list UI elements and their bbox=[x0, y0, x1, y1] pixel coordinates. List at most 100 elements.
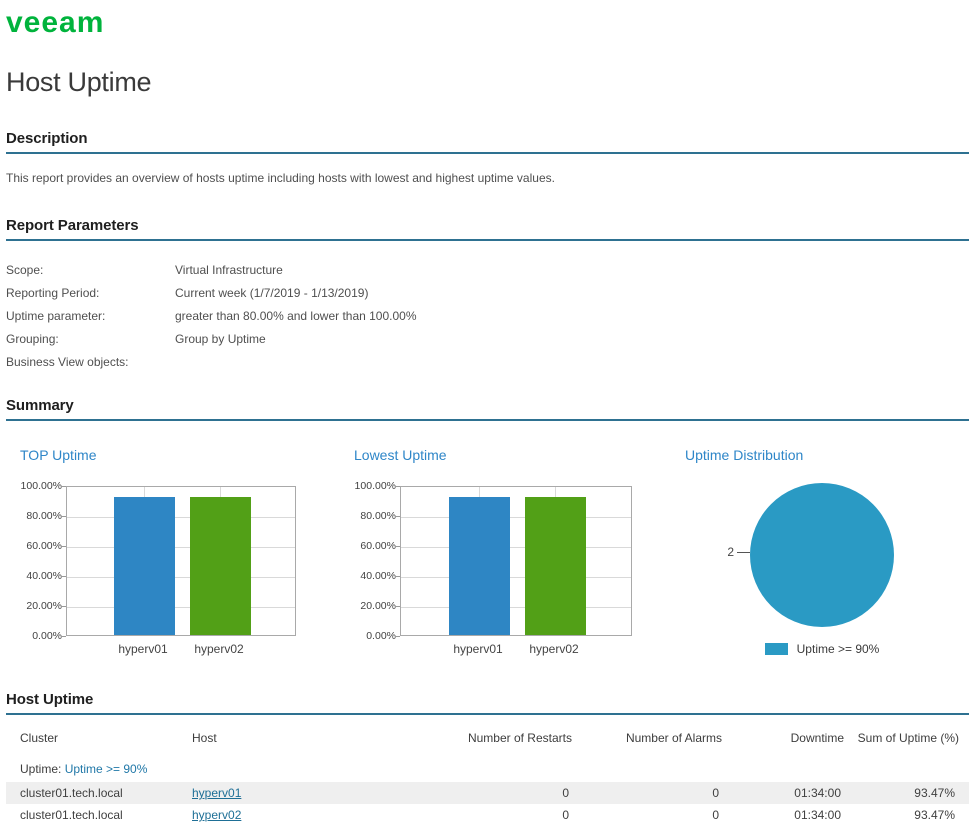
section-heading-host-uptime: Host Uptime bbox=[6, 691, 969, 715]
y-axis-tick-label: 20.00% bbox=[360, 600, 396, 612]
table-row: cluster01.tech.local hyperv01 0 0 01:34:… bbox=[6, 782, 969, 804]
page-title: Host Uptime bbox=[6, 67, 152, 97]
cell-cluster: cluster01.tech.local bbox=[20, 786, 123, 800]
pie-callout: 2 bbox=[727, 545, 750, 559]
top-uptime-chart: TOP Uptime 0.00% 20.00% 40.00% 60.00% 80.00%… bbox=[18, 447, 296, 671]
bar-hyperv01 bbox=[448, 496, 510, 635]
cell-alarms: 0 bbox=[712, 786, 719, 800]
param-label: Reporting Period: bbox=[6, 285, 100, 300]
y-axis-tick-mark bbox=[396, 516, 400, 517]
section-heading-report-parameters: Report Parameters bbox=[6, 217, 969, 241]
column-header-number-of-restarts: Number of Restarts bbox=[467, 731, 572, 745]
param-row-reporting-period: Reporting Period: Current week (1/7/2019… bbox=[6, 281, 969, 304]
y-axis-tick-mark bbox=[62, 636, 66, 637]
param-label: Uptime parameter: bbox=[6, 308, 106, 323]
y-axis-tick-label: 0.00% bbox=[366, 630, 396, 642]
chart-title: TOP Uptime bbox=[20, 447, 97, 463]
y-axis-tick-mark bbox=[396, 576, 400, 577]
y-axis-tick-label: 40.00% bbox=[26, 570, 62, 582]
lowest-uptime-bar-chart: 0.00% 20.00% 40.00% 60.00% 80.00% 100.00% hype… bbox=[352, 479, 632, 671]
veeam-logo: veeam bbox=[6, 6, 105, 39]
param-row-grouping: Grouping: Group by Uptime bbox=[6, 327, 969, 350]
bar-hyperv02 bbox=[524, 496, 586, 635]
top-uptime-bar-chart: 0.00% 20.00% 40.00% 60.00% 80.00% 100.00% hype… bbox=[18, 479, 296, 671]
y-axis-tick-label: 80.00% bbox=[360, 510, 396, 522]
host-uptime-table: Cluster Host Number of Restarts Number o… bbox=[6, 717, 969, 826]
y-axis-tick-mark bbox=[62, 486, 66, 487]
cell-alarms: 0 bbox=[712, 808, 719, 822]
lowest-uptime-chart: Lowest Uptime 0.00% 20.00% 40.00% 60.00% 80.… bbox=[352, 447, 632, 671]
y-axis-tick-label: 100.00% bbox=[20, 480, 62, 492]
y-axis-tick-label: 40.00% bbox=[360, 570, 396, 582]
legend-item: Uptime >= 90% bbox=[764, 642, 880, 656]
cell-cluster: cluster01.tech.local bbox=[20, 808, 123, 822]
y-axis-tick-label: 60.00% bbox=[26, 540, 62, 552]
group-value: Uptime >= 90% bbox=[64, 762, 148, 776]
legend-swatch bbox=[764, 643, 788, 655]
cell-downtime: 01:34:00 bbox=[794, 808, 841, 822]
cell-uptime: 93.47% bbox=[914, 786, 955, 800]
param-row-business-view-objects: Business View objects: bbox=[6, 350, 969, 373]
column-header-cluster: Cluster bbox=[20, 731, 59, 745]
param-value: Current week (1/7/2019 - 1/13/2019) bbox=[175, 285, 369, 300]
pie-legend: Uptime >= 90% bbox=[683, 642, 961, 656]
y-axis-tick-mark bbox=[396, 636, 400, 637]
report-page: veeam Host Uptime Description This repor… bbox=[0, 0, 975, 826]
section-heading-summary: Summary bbox=[6, 397, 969, 421]
y-axis-tick-mark bbox=[396, 606, 400, 607]
group-label: Uptime: bbox=[20, 762, 62, 776]
uptime-distribution-chart: Uptime Distribution 2 Uptime >= 90% bbox=[683, 447, 961, 671]
report-parameters-list: Scope: Virtual Infrastructure Reporting … bbox=[6, 258, 969, 373]
column-header-number-of-alarms: Number of Alarms bbox=[625, 731, 722, 745]
description-text: This report provides an overview of host… bbox=[6, 171, 555, 185]
gridline-horizontal bbox=[401, 607, 631, 608]
y-axis-tick-label: 20.00% bbox=[26, 600, 62, 612]
x-axis-category-label: hyperv02 bbox=[194, 642, 244, 656]
cell-host-link[interactable]: hyperv01 bbox=[192, 786, 241, 800]
param-value: Group by Uptime bbox=[175, 331, 266, 346]
bar-hyperv02 bbox=[189, 496, 251, 635]
param-label: Scope: bbox=[6, 262, 44, 277]
param-row-uptime-parameter: Uptime parameter: greater than 80.00% an… bbox=[6, 304, 969, 327]
cell-downtime: 01:34:00 bbox=[794, 786, 841, 800]
bar-hyperv01 bbox=[113, 496, 175, 635]
summary-charts: TOP Uptime 0.00% 20.00% 40.00% 60.00% 80.00%… bbox=[6, 447, 969, 671]
y-axis-tick-mark bbox=[396, 486, 400, 487]
y-axis-tick-mark bbox=[62, 576, 66, 577]
param-value: greater than 80.00% and lower than 100.0… bbox=[175, 308, 417, 323]
group-row: Uptime: Uptime >= 90% bbox=[6, 755, 969, 782]
x-axis-category-label: hyperv02 bbox=[529, 642, 579, 656]
bar-chart-plot-area bbox=[66, 486, 296, 636]
gridline-horizontal bbox=[67, 517, 295, 518]
y-axis-tick-mark bbox=[62, 546, 66, 547]
gridline-horizontal bbox=[67, 547, 295, 548]
param-label: Grouping: bbox=[6, 331, 59, 346]
y-axis-tick-label: 80.00% bbox=[26, 510, 62, 522]
uptime-distribution-pie-chart: 2 Uptime >= 90% bbox=[683, 479, 961, 671]
gridline-horizontal bbox=[67, 607, 295, 608]
section-heading-description: Description bbox=[6, 130, 969, 154]
gridline-horizontal bbox=[67, 577, 295, 578]
y-axis-tick-label: 100.00% bbox=[354, 480, 396, 492]
cell-restarts: 0 bbox=[562, 808, 569, 822]
cell-uptime: 93.47% bbox=[914, 808, 955, 822]
y-axis-tick-mark bbox=[62, 606, 66, 607]
param-value: Virtual Infrastructure bbox=[175, 262, 283, 277]
y-axis-tick-mark bbox=[62, 516, 66, 517]
y-axis-tick-label: 60.00% bbox=[360, 540, 396, 552]
cell-host-link[interactable]: hyperv02 bbox=[192, 808, 241, 822]
gridline-horizontal bbox=[401, 517, 631, 518]
column-header-sum-of-uptime: Sum of Uptime (%) bbox=[857, 731, 959, 745]
column-header-host: Host bbox=[192, 731, 217, 745]
table-header-row: Cluster Host Number of Restarts Number o… bbox=[6, 717, 969, 755]
gridline-horizontal bbox=[401, 577, 631, 578]
chart-title: Uptime Distribution bbox=[685, 447, 804, 463]
y-axis-tick-mark bbox=[396, 546, 400, 547]
param-label: Business View objects: bbox=[6, 354, 129, 369]
cell-restarts: 0 bbox=[562, 786, 569, 800]
pie-callout-line bbox=[737, 551, 750, 553]
gridline-horizontal bbox=[401, 547, 631, 548]
legend-label: Uptime >= 90% bbox=[796, 642, 880, 656]
pie-chart-circle bbox=[750, 483, 894, 627]
param-row-scope: Scope: Virtual Infrastructure bbox=[6, 258, 969, 281]
